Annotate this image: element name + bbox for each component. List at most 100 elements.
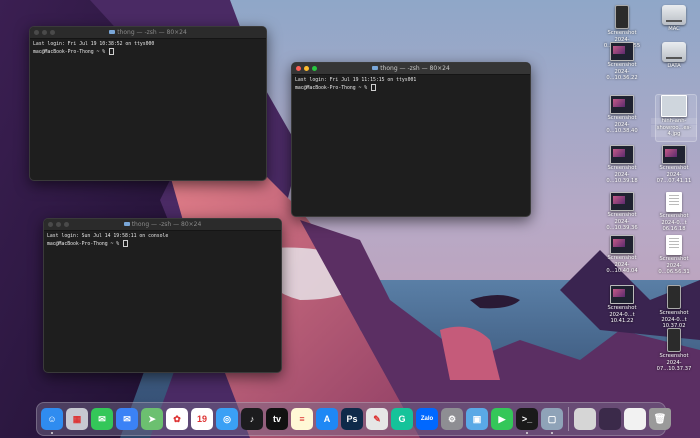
desktop-file-icon[interactable]: Screenshot 2024-0...t 06.16.18 [651,192,697,232]
desktop-file-icon[interactable]: Screenshot 2024-0...06.56.31 [651,235,697,275]
text-cursor [109,48,115,56]
shot-thumbnail-icon [610,95,634,114]
desktop-file-icon[interactable]: Screenshot 2024-0...10.40.04 [599,235,645,274]
shot-thumbnail-icon [610,42,634,61]
folder-icon [123,221,130,226]
desktop-file-icon[interactable]: Screenshot 2024-0...t 10.41.22 [599,285,645,324]
desktop-file-icon[interactable]: Screenshot 2024-0...10.38.40 [599,95,645,134]
file-name-line-1: Screenshot [659,310,689,316]
file-name-line-1: Screenshot [659,256,689,262]
doc-thumbnail-icon [666,235,682,255]
dock-app-photos-icon[interactable]: ✿ [166,408,188,430]
dock-app-terminal-icon[interactable]: >_ [516,408,538,434]
window-title-text: thong — -zsh — 80×24 [131,221,202,228]
phone-thumbnail-icon [615,5,629,29]
dock-app-grammarly-icon[interactable]: G [391,408,413,430]
prompt-line: mac@MacBook-Pro-Thong ~ % [47,242,123,248]
dock-app-messages-icon[interactable]: ✉ [91,408,113,430]
file-name-line-1: Screenshot [607,30,637,36]
doc-thumbnail-icon [666,192,682,212]
dock-app-preview-icon[interactable]: ▣ [466,408,488,430]
running-indicator [551,432,553,434]
dock-app-safari-icon[interactable]: ◎ [216,408,238,430]
last-login-line: Last login: Sun Jul 14 19:58:11 on conso… [47,234,169,239]
file-name-line-1: Screenshot [659,353,689,359]
terminal-titlebar[interactable]: thong — -zsh — 80×24 [30,27,266,39]
running-indicator [51,432,53,434]
dock-separator [568,407,569,431]
terminal-output[interactable]: Last login: Fri Jul 19 11:15:15 on ttys0… [292,75,530,96]
window-title: thong — -zsh — 80×24 [292,63,530,74]
running-indicator [526,432,528,434]
file-name-line-1: Screenshot [607,255,637,261]
dock-app-system-settings-icon[interactable]: ⚙ [441,408,463,430]
file-name-line-1: Screenshot [607,305,637,311]
file-name-line-1: DATA [667,63,681,69]
file-name-line-1: Screenshot [607,212,637,218]
dock-recent-1-icon[interactable] [574,408,596,430]
file-name-line-2: 2024-07...07.41.11 [656,172,692,184]
file-name-line-2: 2024-0...10.38.40 [606,122,638,134]
desktop-file-icon[interactable]: Screenshot 2024-07...10.37.37 [651,328,697,372]
dock-app-finder-icon[interactable]: ☺ [41,408,63,434]
terminal-output[interactable]: Last login: Fri Jul 19 10:38:52 on ttys0… [30,39,266,60]
last-login-line: Last login: Fri Jul 19 10:38:52 on ttys0… [33,42,155,47]
file-name-line-2: 2024-0...06.56.31 [658,263,690,275]
file-name-line-1: Screenshot [607,62,637,68]
terminal-titlebar[interactable]: thong — -zsh — 80×24 [292,63,530,75]
file-name-line-2: 2024-0...t 06.16.18 [661,220,687,232]
desktop-file-icon[interactable]: DATA [651,42,697,69]
dock-app-script-editor-icon[interactable]: ✎ [366,408,388,430]
dock-trash-icon[interactable]: 🗑 [649,408,671,430]
dock-app-calendar-icon[interactable]: 19 [191,408,213,430]
file-name-line-2: showroo...es-4.jpg [651,125,697,137]
drive-thumbnail-icon [662,42,686,62]
terminal-window-1[interactable]: thong — -zsh — 80×24 Last login: Fri Jul… [29,26,267,181]
file-name-line-2: 2024-0...10.36.22 [606,69,638,81]
dock-app-apple-tv-icon[interactable]: tv [266,408,288,430]
last-login-line: Last login: Fri Jul 19 11:15:15 on ttys0… [295,78,417,83]
shot-thumbnail-icon [610,145,634,164]
dock-app-zalo-icon[interactable]: Zalo [416,408,438,430]
file-name-line-2: 2024-0...10.40.04 [606,262,638,274]
dock-app-screenshot-icon[interactable]: ▢ [541,408,563,434]
dock-app-photoshop-icon[interactable]: Ps [341,408,363,430]
terminal-window-3[interactable]: thong — -zsh — 80×24 Last login: Sun Jul… [43,218,282,373]
dock-app-notes-app-icon[interactable]: ≡ [291,408,313,430]
desktop-file-icon[interactable]: Screenshot 2024-0...t 10.37.02 [651,285,697,329]
window-title-text: thong — -zsh — 80×24 [380,65,450,72]
dock-app-app-store-icon[interactable]: A [316,408,338,430]
window-title: thong — -zsh — 80×24 [30,27,266,38]
dock-app-notes-icon[interactable]: ♪ [241,408,263,430]
dock-recent-3-icon[interactable] [624,408,646,430]
file-name-line-1: Screenshot [659,213,689,219]
desktop-file-icon[interactable]: MAC [651,5,697,32]
desktop-file-icon[interactable]: Screenshot 2024-0...10.39.36 [599,192,645,231]
desktop-file-icon[interactable]: hinh-anh-showroo...es-4.jpg [651,95,697,137]
terminal-output[interactable]: Last login: Sun Jul 14 19:58:11 on conso… [44,231,281,252]
file-name-line-1: Screenshot [659,165,689,171]
file-name-line-2: 2024-0...10.39.18 [606,172,638,184]
dock-app-launchpad-icon[interactable]: ▦ [66,408,88,430]
file-name-line-2: 2024-07...10.37.37 [656,360,692,372]
prompt-line: mac@MacBook-Pro-Thong ~ % [295,86,371,92]
drive-thumbnail-icon [662,5,686,25]
dock-app-maps-icon[interactable]: ➤ [141,408,163,430]
desktop-file-icon[interactable]: Screenshot 2024-07...07.41.11 [651,145,697,184]
desktop-file-icon[interactable]: Screenshot 2024-0...10.36.22 [599,42,645,81]
dock-app-facetime-icon[interactable]: ▶ [491,408,513,430]
desktop-file-icon[interactable]: Screenshot 2024-0...10.39.18 [599,145,645,184]
terminal-window-2[interactable]: thong — -zsh — 80×24 Last login: Fri Jul… [291,62,531,217]
shot-thumbnail-icon [610,285,634,304]
phone-thumbnail-icon [667,328,681,352]
dock: ☺ ▦ ✉ ✉ ➤ ✿ 19 ◎ ♪ tv ≡ A Ps ✎ G Zalo ⚙ ▣ ▶ >_ ▢ 🗑 [36,402,671,436]
terminal-titlebar[interactable]: thong — -zsh — 80×24 [44,219,281,231]
text-cursor [123,240,129,248]
window-title-text: thong — -zsh — 80×24 [117,29,187,36]
dock-recent-2-icon[interactable] [599,408,621,430]
dock-app-mail-icon[interactable]: ✉ [116,408,138,430]
phone-thumbnail-icon [667,285,681,309]
file-name-line-2: 2024-0...t 10.41.22 [609,312,635,324]
shot-thumbnail-icon [610,192,634,211]
file-name-line-1: MAC [668,26,680,32]
